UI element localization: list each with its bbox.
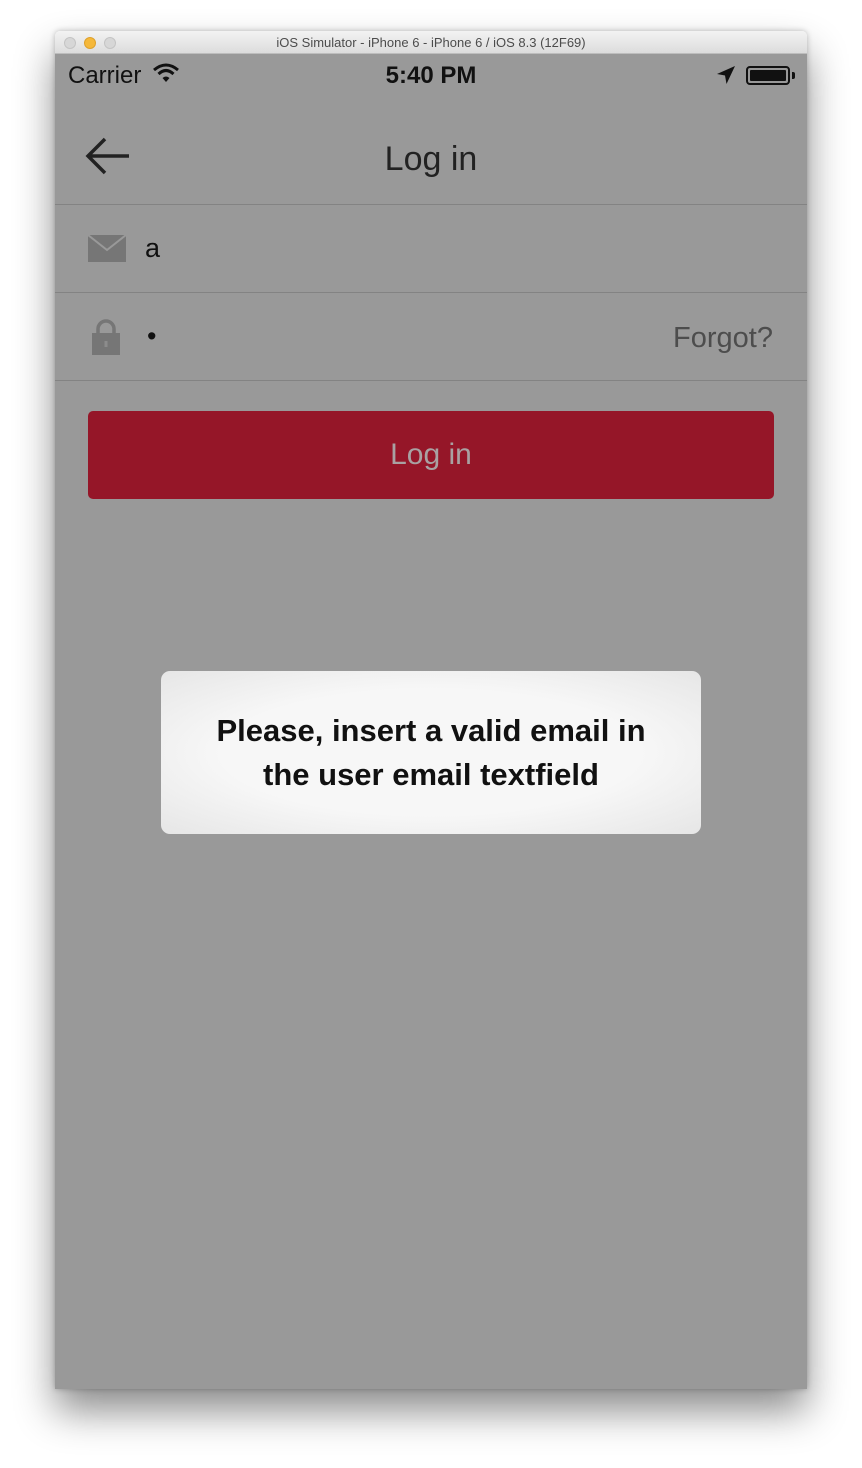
battery-icon	[746, 66, 790, 85]
window-title: iOS Simulator - iPhone 6 - iPhone 6 / iO…	[276, 35, 586, 50]
login-button[interactable]: Log in	[88, 411, 774, 499]
password-field[interactable]: •	[147, 321, 156, 352]
battery-tip	[792, 72, 795, 79]
status-time: 5:40 PM	[385, 62, 477, 89]
email-row[interactable]: a	[55, 205, 807, 293]
status-bar: Carrier 5:40 PM	[55, 54, 807, 98]
lock-icon	[92, 319, 120, 360]
envelope-icon	[87, 234, 127, 267]
simulator-window: iOS Simulator - iPhone 6 - iPhone 6 / iO…	[55, 31, 807, 1389]
validation-toast: Please, insert a valid email in the user…	[161, 671, 701, 834]
window-titlebar: iOS Simulator - iPhone 6 - iPhone 6 / iO…	[55, 31, 807, 54]
location-arrow-icon	[715, 64, 737, 91]
email-field[interactable]: a	[145, 233, 160, 264]
password-row[interactable]: • Forgot?	[55, 293, 807, 381]
page-title: Log in	[384, 140, 478, 178]
forgot-password-link[interactable]: Forgot?	[673, 322, 773, 355]
toast-message: Please, insert a valid email in the user…	[216, 712, 646, 792]
device-screen: Carrier 5:40 PM Log in a • Forgot? Log i…	[55, 54, 807, 1389]
navigation-bar: Log in	[55, 98, 807, 205]
